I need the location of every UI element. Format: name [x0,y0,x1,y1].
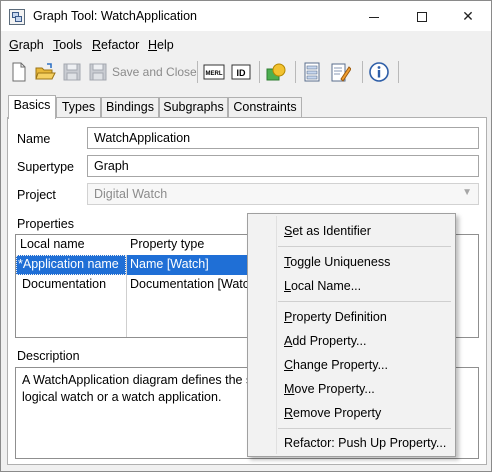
menu-item-move-property[interactable]: Move Property... [284,382,375,396]
menu-separator [278,301,451,302]
column-header-local-name[interactable]: Local name [16,235,89,253]
menu-mnemonic: C [284,358,294,372]
toolbar-separator [259,61,260,83]
graph-tool-window: Graph Tool: WatchApplication ✕ Graph Too… [0,0,492,472]
toolbar-separator [197,61,198,83]
menu-graph[interactable]: Graph [9,38,44,52]
menu-mnemonic: M [284,382,295,396]
tab-subgraphs[interactable]: Subgraphs [159,97,228,118]
menu-refactor-mnemonic: R [92,38,102,52]
property-type-cell: Documentation [Watc [130,277,250,291]
toolbar-separator [398,61,399,83]
id-label: ID [237,68,247,78]
window-title: Graph Tool: WatchApplication [33,9,197,23]
info-icon[interactable] [368,61,390,83]
menu-mnemonic: L [284,279,291,293]
id-icon[interactable]: ID [230,61,252,83]
symbol-editor-icon[interactable] [265,61,287,83]
supertype-field[interactable]: Graph [87,155,479,177]
menu-item-label: et as Identifier [292,224,371,238]
project-combo[interactable]: Digital Watch ▼ [87,183,479,205]
menu-separator [278,428,451,429]
description-label: Description [17,349,80,363]
tab-basics[interactable]: Basics [8,95,56,119]
menu-graph-mnemonic: G [9,38,19,52]
menu-help[interactable]: Help [148,38,174,52]
menu-item-property-definition[interactable]: Property Definition [284,310,387,324]
merl-icon[interactable]: MERL [203,61,225,83]
name-field[interactable]: WatchApplication [87,127,479,149]
toolbar-separator [362,61,363,83]
menu-help-mnemonic: H [148,38,158,52]
edit-text-icon[interactable] [329,61,351,83]
menu-bar: Graph Tools Refactor Help [1,35,491,55]
menu-item-label: roperty Definition [292,310,387,324]
chevron-down-icon: ▼ [462,187,472,198]
menu-item-local-name[interactable]: Local Name... [284,279,361,293]
merl-label: MERL [206,71,223,77]
project-label: Project [17,188,56,202]
table-row[interactable]: Documentation Documentation [Watc [16,275,266,295]
menu-item-label: ove Property... [294,382,375,396]
new-icon[interactable] [8,61,30,83]
toolbar-separator [295,61,296,83]
toolbar: Save and Close MERL ID [1,57,491,87]
menu-graph-label: raph [18,38,44,52]
column-divider [126,255,127,337]
menu-item-change-property[interactable]: Change Property... [284,358,388,372]
menu-item-add-property[interactable]: Add Property... [284,334,366,348]
maximize-button[interactable] [399,1,445,31]
graph-tool-icon [9,9,25,25]
menu-item-label: oggle Uniqueness [290,255,391,269]
menu-refactor[interactable]: Refactor [92,38,139,52]
menu-tools-label: ools [59,38,83,52]
close-button[interactable]: ✕ [445,1,491,31]
save-and-close-button[interactable]: Save and Close [112,65,197,79]
open-icon[interactable] [34,61,56,83]
menu-item-toggle-uniqueness[interactable]: Toggle Uniqueness [284,255,390,269]
tab-types[interactable]: Types [56,97,101,118]
column-header-property-type[interactable]: Property type [126,235,208,253]
menu-mnemonic: R [284,406,294,420]
tab-constraints[interactable]: Constraints [228,97,302,118]
maximize-icon [417,12,427,23]
tab-bindings[interactable]: Bindings [101,97,159,118]
close-icon: ✕ [462,8,474,24]
menu-item-label: Refactor: Push Up Property... [284,436,447,450]
menu-item-label: dd Property... [292,334,367,348]
minimize-button[interactable] [351,1,397,31]
title-bar: Graph Tool: WatchApplication ✕ [1,1,491,31]
menu-help-label: elp [157,38,174,52]
menu-gutter [276,216,277,454]
menu-item-label: ocal Name... [290,279,362,293]
menu-item-label: hange Property... [293,358,388,372]
menu-tools[interactable]: Tools [53,38,82,52]
context-menu: Set as Identifier Toggle Uniqueness Loca… [247,213,456,457]
property-type-cell: Name [Watch] [130,257,209,271]
supertype-label: Supertype [17,160,74,174]
name-label: Name [17,132,51,146]
menu-item-push-up-property[interactable]: Refactor: Push Up Property... [284,436,446,450]
menu-item-label: emove Property [293,406,382,420]
menu-refactor-label: efactor [101,38,140,52]
menu-item-set-as-identifier[interactable]: Set as Identifier [284,224,371,238]
menu-item-remove-property[interactable]: Remove Property [284,406,381,420]
local-name-cell: Documentation [22,277,107,291]
focus-outline [16,255,126,275]
properties-label: Properties [17,217,74,231]
save-icon[interactable] [61,61,83,83]
menu-separator [278,246,451,247]
save-and-close-icon[interactable] [87,61,109,83]
project-value: Digital Watch [94,187,168,201]
dialog-editor-icon[interactable] [301,61,323,83]
minimize-icon [369,16,379,18]
